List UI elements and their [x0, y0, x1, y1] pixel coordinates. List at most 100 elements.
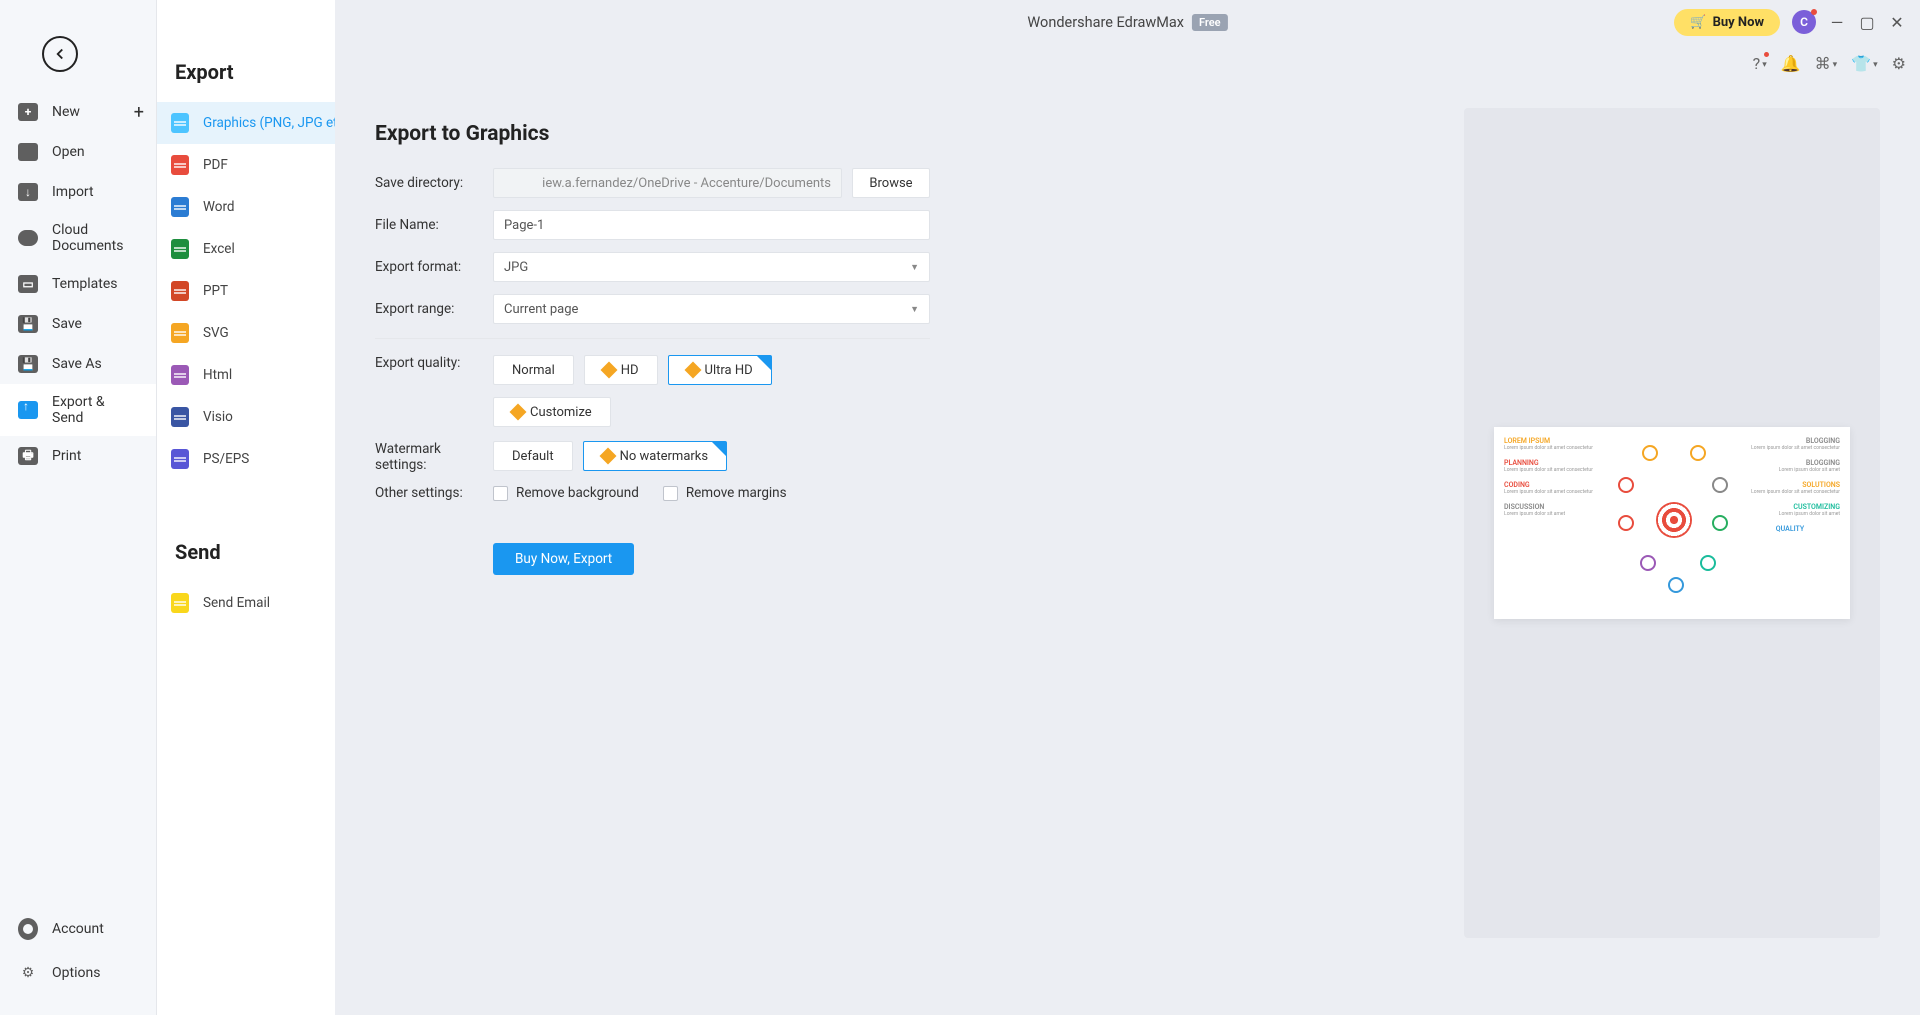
gear-icon: ⚙	[18, 963, 38, 983]
checkbox-icon	[663, 486, 678, 501]
export-format-value: JPG	[504, 260, 528, 275]
nav-open[interactable]: Open	[0, 132, 156, 172]
file-name-input[interactable]	[493, 210, 930, 240]
nav-label: Open	[52, 144, 85, 160]
export-type-label: Html	[203, 367, 232, 383]
ps-file-icon	[171, 449, 189, 469]
nav-export-send[interactable]: Export & Send	[0, 384, 156, 436]
remove-bg-label: Remove background	[516, 485, 639, 501]
save-dir-input[interactable]	[493, 168, 842, 198]
nav-label: Save As	[52, 356, 102, 372]
export-format-label: Export format:	[375, 259, 493, 275]
quality-ultra-hd-button[interactable]: Ultra HD	[668, 355, 772, 385]
export-range-select[interactable]: Current page ▼	[493, 294, 930, 324]
remove-margins-checkbox[interactable]: Remove margins	[663, 485, 787, 501]
notifications-button[interactable]: 🔔	[1781, 54, 1801, 73]
nav-import[interactable]: ↓ Import	[0, 172, 156, 212]
export-type-svg[interactable]: SVG	[157, 312, 335, 354]
export-type-ps-eps[interactable]: PS/EPS	[157, 438, 335, 480]
browse-button[interactable]: Browse	[852, 168, 930, 198]
export-header: Export	[157, 0, 335, 102]
save-dir-label: Save directory:	[375, 175, 493, 191]
export-type-ppt[interactable]: PPT	[157, 270, 335, 312]
settings-button[interactable]: ⚙	[1892, 54, 1906, 73]
nav-label: New	[52, 104, 80, 120]
export-type-label: PDF	[203, 157, 228, 173]
nav-save[interactable]: 💾 Save	[0, 304, 156, 344]
export-type-label: SVG	[203, 325, 229, 341]
save-icon: 💾	[18, 314, 38, 334]
export-type-excel[interactable]: Excel	[157, 228, 335, 270]
toolbar-right: ?▾ 🔔 ⌘▾ 👕▾ ⚙	[1753, 54, 1906, 73]
export-type-html[interactable]: Html	[157, 354, 335, 396]
nav-account[interactable]: Account	[0, 907, 156, 951]
user-avatar[interactable]: C	[1792, 10, 1816, 34]
export-type-visio[interactable]: Visio	[157, 396, 335, 438]
diamond-icon	[510, 404, 527, 421]
buy-now-export-button[interactable]: Buy Now, Export	[493, 543, 634, 575]
add-icon[interactable]: +	[134, 102, 144, 123]
word-file-icon	[171, 197, 189, 217]
import-icon: ↓	[18, 182, 38, 202]
back-button[interactable]	[42, 36, 78, 72]
templates-icon: ▭	[18, 274, 38, 294]
form-title: Export to Graphics	[375, 122, 930, 146]
print-icon: 🖶	[18, 446, 38, 466]
pdf-file-icon	[171, 155, 189, 175]
nav-save-as[interactable]: 💾 Save As	[0, 344, 156, 384]
ppt-file-icon	[171, 281, 189, 301]
quality-hd-button[interactable]: HD	[584, 355, 658, 385]
nav-cloud-documents[interactable]: Cloud Documents	[0, 212, 156, 264]
file-menu-sidebar: + New + Open ↓ Import Cloud Documents ▭ …	[0, 0, 157, 1015]
nav-print[interactable]: 🖶 Print	[0, 436, 156, 476]
export-type-column: Export Graphics (PNG, JPG et... PDF Word…	[157, 0, 335, 1015]
file-name-label: File Name:	[375, 217, 493, 233]
save-as-icon: 💾	[18, 354, 38, 374]
buy-now-label: Buy Now	[1713, 15, 1764, 30]
export-type-pdf[interactable]: PDF	[157, 144, 335, 186]
folder-icon	[18, 142, 38, 162]
help-button[interactable]: ?▾	[1753, 54, 1767, 73]
export-type-label: PPT	[203, 283, 228, 299]
apps-button[interactable]: ⌘▾	[1815, 54, 1838, 73]
export-type-word[interactable]: Word	[157, 186, 335, 228]
maximize-button[interactable]: ▢	[1858, 13, 1876, 31]
customize-button[interactable]: Customize	[493, 397, 611, 427]
send-email[interactable]: Send Email	[157, 582, 335, 624]
watermark-default-button[interactable]: Default	[493, 441, 573, 471]
buy-now-button[interactable]: 🛒 Buy Now	[1674, 9, 1780, 36]
preview-panel: LOREM IPSUMLorem ipsum dolor sit amet co…	[1464, 108, 1880, 938]
send-header: Send	[157, 480, 335, 582]
remove-background-checkbox[interactable]: Remove background	[493, 485, 639, 501]
checkbox-icon	[493, 486, 508, 501]
close-button[interactable]: ✕	[1888, 13, 1906, 31]
shirt-button[interactable]: 👕▾	[1851, 54, 1877, 73]
cart-icon: 🛒	[1690, 15, 1706, 30]
html-file-icon	[171, 365, 189, 385]
export-format-select[interactable]: JPG ▼	[493, 252, 930, 282]
nav-new[interactable]: + New +	[0, 92, 156, 132]
export-range-value: Current page	[504, 302, 578, 317]
export-range-label: Export range:	[375, 301, 493, 317]
visio-file-icon	[171, 407, 189, 427]
nav-label: Options	[52, 965, 100, 981]
watermark-none-button[interactable]: No watermarks	[583, 441, 727, 471]
nav-label: Account	[52, 921, 104, 937]
nav-options[interactable]: ⚙ Options	[0, 951, 156, 995]
export-icon	[18, 400, 38, 420]
quality-normal-button[interactable]: Normal	[493, 355, 574, 385]
nav-label: Cloud Documents	[52, 222, 138, 254]
person-icon	[18, 919, 38, 939]
chevron-down-icon: ▼	[910, 304, 919, 315]
nav-templates[interactable]: ▭ Templates	[0, 264, 156, 304]
titlebar: Wondershare EdrawMax Free 🛒 Buy Now C — …	[335, 0, 1920, 44]
customize-label: Customize	[530, 405, 592, 420]
diamond-icon	[684, 362, 701, 379]
chevron-down-icon: ▼	[910, 262, 919, 273]
export-type-graphics[interactable]: Graphics (PNG, JPG et...	[157, 102, 335, 144]
main-content: Wondershare EdrawMax Free 🛒 Buy Now C — …	[335, 0, 1920, 1015]
nav-label: Import	[52, 184, 94, 200]
export-type-label: Word	[203, 199, 235, 215]
preview-image: LOREM IPSUMLorem ipsum dolor sit amet co…	[1494, 427, 1850, 619]
minimize-button[interactable]: —	[1828, 13, 1846, 31]
